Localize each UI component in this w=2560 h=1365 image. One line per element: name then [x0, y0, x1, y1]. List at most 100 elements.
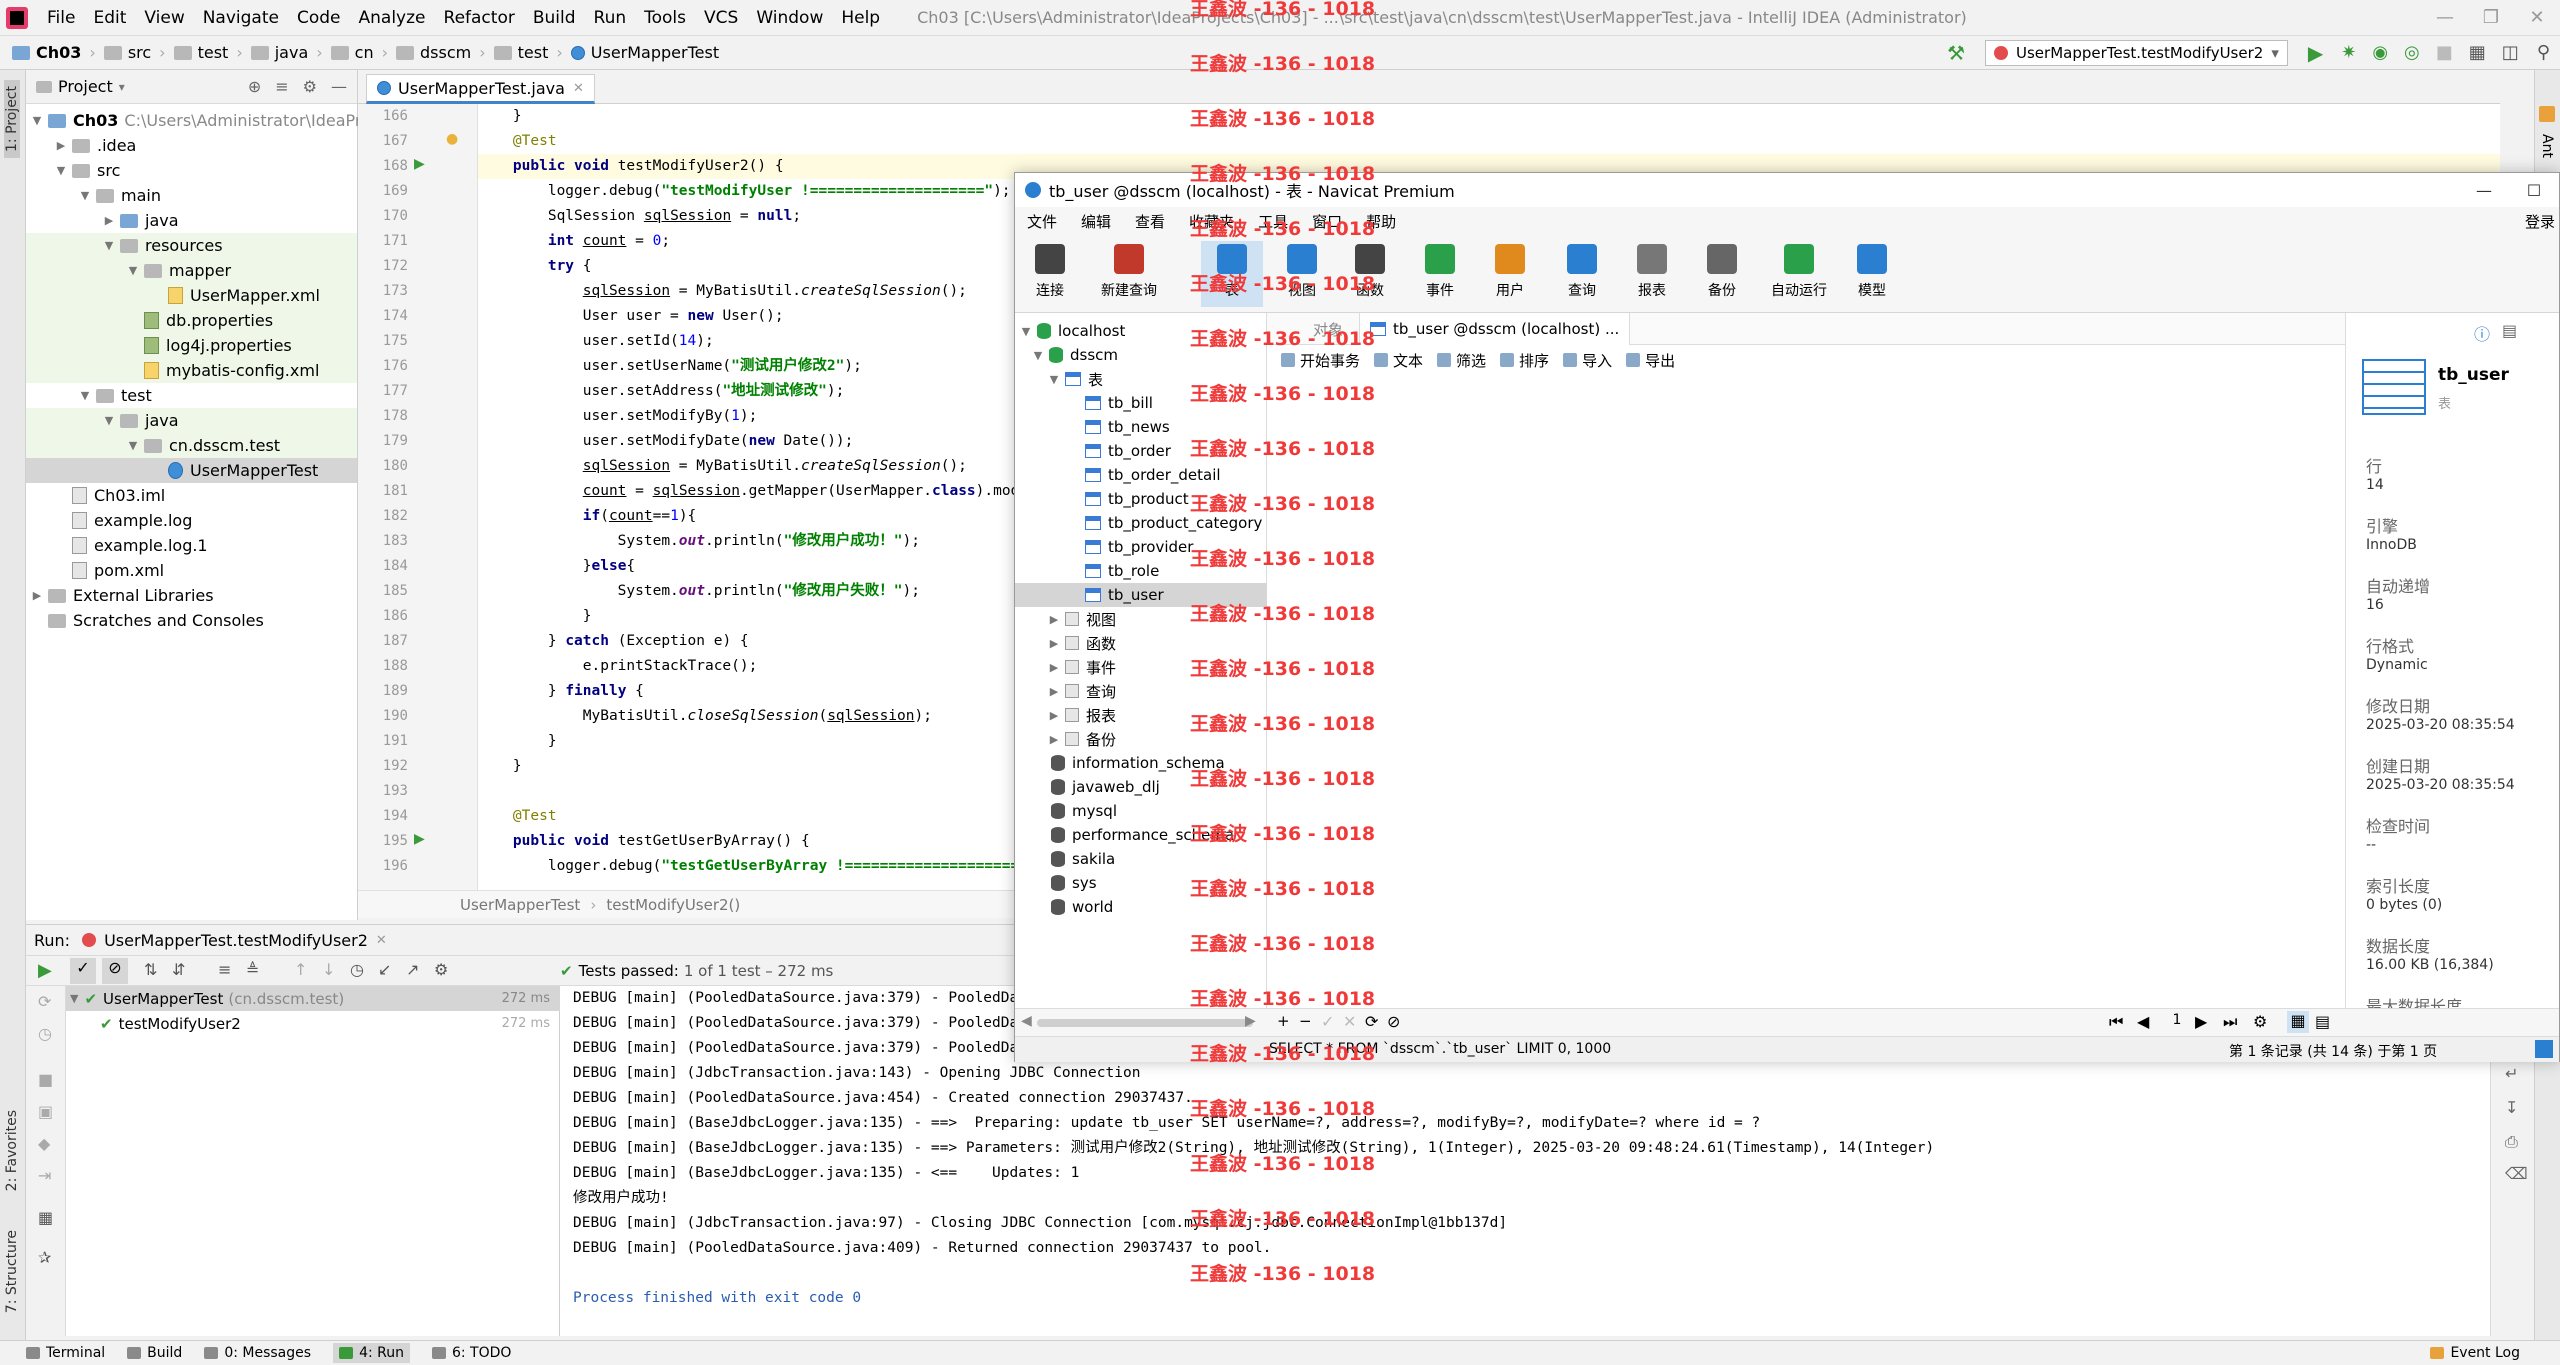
tree-item[interactable]: ▶ .idea	[26, 133, 357, 158]
toolbar-automation-button[interactable]: 自动运行	[1761, 241, 1837, 307]
gear-icon[interactable]: ⚙	[2253, 1012, 2267, 1031]
menu-item-help[interactable]: Help	[832, 8, 889, 28]
login-button[interactable]: 登录	[2525, 211, 2555, 232]
tree-item[interactable]: ▼ main	[26, 183, 357, 208]
breadcrumb-item[interactable]: test	[490, 43, 553, 62]
last-page-icon[interactable]: ⏭	[2223, 1012, 2237, 1032]
side-panel-toggle-icon[interactable]	[2535, 1040, 2553, 1058]
navicat-menu-item[interactable]: 收藏夹	[1177, 211, 1246, 232]
sdk-icon[interactable]: ◫	[2502, 42, 2519, 63]
tree-server-localhost[interactable]: ▼ localhost	[1015, 319, 1267, 343]
tb-user-tab[interactable]: tb_user @dsscm (localhost) ...	[1359, 313, 1631, 345]
gear-icon[interactable]: ⚙	[434, 960, 448, 979]
object-tool-button[interactable]: 文本	[1374, 350, 1423, 371]
menu-item-run[interactable]: Run	[585, 8, 636, 28]
messages-tab[interactable]: 0: Messages	[204, 1345, 311, 1361]
terminal-tab[interactable]: Terminal	[26, 1345, 105, 1361]
tree-table-tb_order_detail[interactable]: tb_order_detail	[1015, 463, 1267, 487]
tree-item[interactable]: ▶ java	[26, 208, 357, 233]
tree-table-tb_user[interactable]: tb_user	[1015, 583, 1267, 607]
close-icon[interactable]: ✕	[2514, 0, 2560, 36]
toggle-auto-test-icon[interactable]: ◷	[38, 1024, 52, 1043]
menu-item-view[interactable]: View	[135, 8, 193, 28]
tree-table-tb_provider[interactable]: tb_provider	[1015, 535, 1267, 559]
grid-view-icon[interactable]: ▦	[2287, 1011, 2309, 1033]
info-icon[interactable]: ⓘ	[2474, 321, 2490, 345]
breadcrumb-class[interactable]: UserMapperTest	[460, 896, 580, 914]
menu-item-code[interactable]: Code	[288, 8, 350, 28]
login-icon[interactable]: ⇥	[38, 1166, 51, 1185]
ant-stripe-button[interactable]: Ant	[2539, 134, 2555, 158]
camera-icon[interactable]: ▣	[38, 1102, 53, 1121]
tree-item[interactable]: example.log	[26, 508, 357, 533]
ant-icon[interactable]	[2539, 106, 2555, 122]
todo-tab[interactable]: 6: TODO	[431, 1345, 511, 1361]
search-everywhere-icon[interactable]: ⚲	[2537, 42, 2550, 63]
tree-item[interactable]: pom.xml	[26, 558, 357, 583]
maximize-icon[interactable]: ☐	[2509, 181, 2559, 200]
soft-wrap-icon[interactable]: ↵	[2505, 1064, 2518, 1083]
locate-icon[interactable]: ⊕	[248, 77, 261, 96]
discard-icon[interactable]: ✕	[1343, 1012, 1356, 1031]
toolbar-report-button[interactable]: 报表	[1621, 241, 1683, 307]
apply-icon[interactable]: ✓	[1321, 1012, 1334, 1031]
form-view-icon[interactable]: ▤	[2315, 1012, 2330, 1031]
tree-item[interactable]: Ch03.iml	[26, 483, 357, 508]
breadcrumb-item[interactable]: src	[100, 43, 155, 62]
toolbar-query-button[interactable]: 查询	[1551, 241, 1613, 307]
tree-item[interactable]: ▼ src	[26, 158, 357, 183]
object-tool-button[interactable]: 排序	[1500, 350, 1549, 371]
add-record-icon[interactable]: +	[1277, 1012, 1290, 1030]
tree-tables-group[interactable]: ▼ 表	[1015, 367, 1267, 391]
tree-group[interactable]: ▶ 视图	[1015, 607, 1267, 631]
toolbar-backup-button[interactable]: 备份	[1691, 241, 1753, 307]
project-structure-icon[interactable]: ▦	[2469, 42, 2486, 63]
tree-table-tb_role[interactable]: tb_role	[1015, 559, 1267, 583]
tree-db-world[interactable]: world	[1015, 895, 1267, 919]
sort-duration-icon[interactable]: ⇵	[172, 960, 185, 979]
intention-bulb-icon[interactable]: ●	[446, 131, 458, 147]
breadcrumb-method[interactable]: testModifyUser2()	[606, 896, 740, 914]
debug-icon[interactable]: ✷	[2341, 42, 2356, 63]
horizontal-scrollbar[interactable]	[1037, 1019, 1253, 1027]
gear-icon[interactable]: ⚙	[303, 77, 317, 96]
tree-item-root[interactable]: ▼ Ch03 C:\Users\Administrator\IdeaProj	[30, 108, 376, 133]
stop-icon[interactable]: ■	[2436, 42, 2453, 63]
tree-group[interactable]: ▶ 事件	[1015, 655, 1267, 679]
close-icon[interactable]: ✕	[376, 933, 387, 948]
restore-icon[interactable]: ❐	[2468, 0, 2514, 36]
rerun-icon[interactable]: ▶	[38, 960, 52, 981]
scroll-to-end-icon[interactable]: ↧	[2505, 1098, 2518, 1117]
structure-stripe-button[interactable]: 7: Structure	[4, 1230, 20, 1313]
scroll-left-icon[interactable]: ◀	[1021, 1013, 1032, 1029]
pin-tab-icon[interactable]: ✰	[38, 1248, 51, 1267]
run-tab-label[interactable]: UserMapperTest.testModifyUser2	[104, 931, 368, 950]
profile-icon[interactable]: ◎	[2404, 42, 2420, 63]
next-page-icon[interactable]: ▶	[2195, 1012, 2207, 1031]
toolbar-view-button[interactable]: 视图	[1271, 241, 1333, 307]
toolbar-connection-button[interactable]: 连接	[1019, 241, 1081, 307]
breadcrumb-item[interactable]: test	[170, 43, 233, 62]
hide-icon[interactable]: —	[331, 77, 347, 96]
import-icon[interactable]: ↙	[378, 960, 391, 979]
show-passed-icon[interactable]: ✓	[70, 958, 96, 984]
stop-icon[interactable]: ⊘	[1387, 1012, 1400, 1031]
tree-item[interactable]: ▼ cn.dsscm.test	[26, 433, 357, 458]
navicat-menu-item[interactable]: 帮助	[1354, 211, 1408, 232]
chevron-down-icon[interactable]: ▾	[119, 80, 125, 94]
export-icon[interactable]: ↗	[406, 960, 419, 979]
navicat-menu-item[interactable]: 窗口	[1300, 211, 1354, 232]
menu-item-refactor[interactable]: Refactor	[435, 8, 524, 28]
menu-item-edit[interactable]: Edit	[84, 8, 135, 28]
refresh-icon[interactable]: ⟳	[1365, 1012, 1378, 1031]
minimize-icon[interactable]: —	[2422, 0, 2468, 36]
down-icon[interactable]: ↓	[322, 960, 335, 979]
show-ignored-icon[interactable]: ⊘	[102, 958, 128, 984]
tree-db-sakila[interactable]: sakila	[1015, 847, 1267, 871]
breadcrumb-item[interactable]: Ch03	[8, 43, 85, 62]
tree-group[interactable]: ▶ 报表	[1015, 703, 1267, 727]
tree-item[interactable]: log4j.properties	[26, 333, 357, 358]
collapse-all-icon[interactable]: ≜	[246, 960, 259, 979]
run-tab[interactable]: 4: Run	[333, 1343, 410, 1363]
stop-icon[interactable]: ■	[38, 1070, 53, 1089]
